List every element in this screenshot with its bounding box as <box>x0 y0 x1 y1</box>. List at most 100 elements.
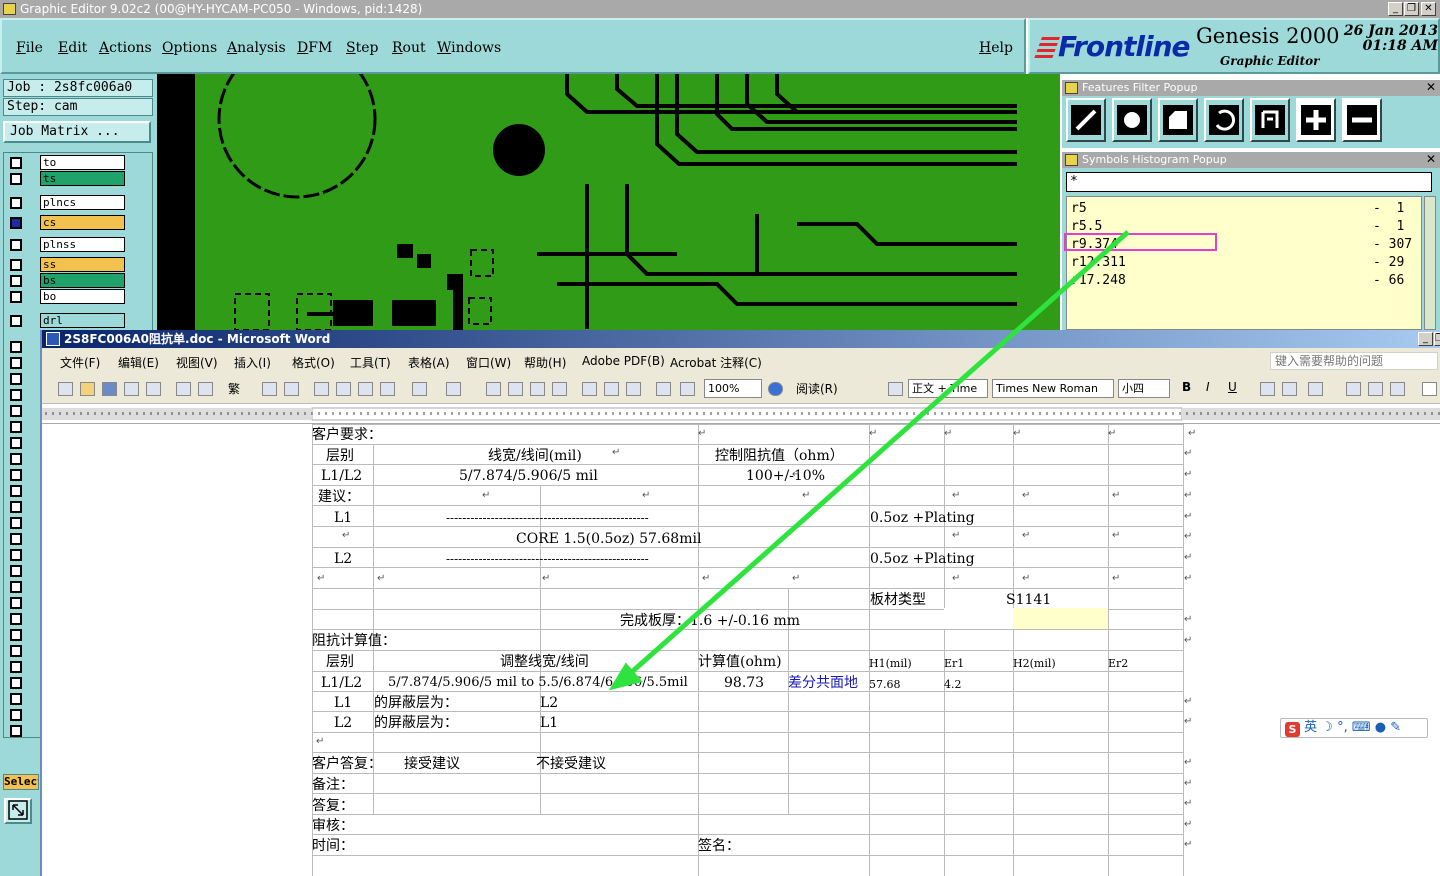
menu-file[interactable]: File <box>16 40 43 56</box>
bold-button[interactable]: B <box>1182 380 1191 394</box>
hyperlink-icon[interactable] <box>486 382 501 396</box>
layer-checkbox[interactable] <box>10 661 22 673</box>
layer-checkbox[interactable] <box>10 469 22 481</box>
filter-pad-button[interactable] <box>1112 98 1152 142</box>
table-cell-h1[interactable]: H1(mil) <box>869 655 912 673</box>
table-cell-dashes[interactable]: ----------------------------------------… <box>446 550 649 568</box>
table-cell-row2-er1[interactable]: 4.2 <box>944 676 962 694</box>
document-area[interactable]: 客户要求： 层别 线宽/线间(mil) 控制阻抗值（ohm） L1/L2 5/7.874/… <box>42 424 1440 876</box>
select-mode-label[interactable]: Select <box>3 774 39 790</box>
new-doc-icon[interactable] <box>58 382 73 396</box>
reading-layout-button[interactable]: 阅读(R) <box>796 380 838 397</box>
ime-punct-icon[interactable]: °, <box>1337 720 1348 735</box>
layer-row-drl[interactable]: drl <box>4 313 152 329</box>
table-cell-row1-imp[interactable]: 100+/-10% <box>746 467 825 485</box>
copy-icon[interactable] <box>336 382 351 396</box>
restore-icon[interactable]: ❐ <box>1434 332 1440 346</box>
redo-icon[interactable] <box>446 382 461 396</box>
table-cell-row2-value[interactable]: 98.73 <box>724 674 764 692</box>
menu-options[interactable]: Options <box>162 40 217 56</box>
symbol-row[interactable]: r5 - 1 <box>1071 201 1421 219</box>
layer-row-to[interactable]: to <box>4 155 152 171</box>
layer-checkbox[interactable] <box>10 485 22 497</box>
close-icon[interactable]: ✕ <box>1424 153 1438 166</box>
zoom-select[interactable]: 100% <box>704 379 762 398</box>
restore-icon[interactable]: ❐ <box>1404 2 1419 16</box>
layer-name[interactable]: ss <box>40 257 125 272</box>
table-cell-shield1-value[interactable]: L2 <box>540 694 558 712</box>
menu-insert[interactable]: 插入(I) <box>234 354 271 371</box>
format-painter-icon[interactable] <box>380 382 395 396</box>
layer-name[interactable]: cs <box>40 215 125 230</box>
table-cell-row1-width[interactable]: 5/7.874/5.906/5 mil <box>459 467 598 485</box>
table-cell-cust-reply[interactable]: 客户答复： <box>312 755 382 773</box>
font-select[interactable]: Times New Roman <box>992 379 1114 398</box>
layer-row-ts[interactable]: ts <box>4 171 152 187</box>
table-cell-h2[interactable]: H2(mil) <box>1013 655 1056 673</box>
table-cell-review[interactable]: 审核： <box>312 817 354 835</box>
align-center-icon[interactable] <box>1368 382 1383 396</box>
menu-windows[interactable]: Windows <box>437 40 501 56</box>
genesis-title-bar[interactable]: Graphic Editor 9.02c2 (00@HY-HYCAM-PC050… <box>0 0 1440 18</box>
menu-help[interactable]: Help <box>979 40 1013 56</box>
table-cell-adj-width[interactable]: 调整线宽/线间 <box>500 653 589 671</box>
menu-acrobat-comment[interactable]: Acrobat 注释(C) <box>670 354 762 371</box>
open-folder-icon[interactable] <box>80 382 95 396</box>
symbol-row[interactable]: r17.248 - 66 <box>1071 273 1421 291</box>
layer-checkbox[interactable] <box>10 565 22 577</box>
features-filter-titlebar[interactable]: Features Filter Popup ✕ <box>1062 80 1440 96</box>
table-cell-dashes[interactable]: ----------------------------------------… <box>446 509 649 527</box>
permission-icon[interactable] <box>124 382 139 396</box>
print-icon[interactable] <box>176 382 191 396</box>
layer-checkbox[interactable] <box>10 341 22 353</box>
layer-checkbox[interactable] <box>10 173 22 185</box>
menu-help[interactable]: 帮助(H) <box>524 354 566 371</box>
symbol-row[interactable]: r12.311 - 29 <box>1071 255 1421 273</box>
menu-actions[interactable]: Actions <box>99 40 152 56</box>
layer-name[interactable]: plnss <box>40 237 125 252</box>
drawing-icon[interactable] <box>604 382 619 396</box>
italic-button[interactable]: I <box>1206 380 1210 394</box>
layer-row-cs[interactable]: cs <box>4 215 152 231</box>
undo-icon[interactable] <box>412 382 427 396</box>
symbols-histogram-titlebar[interactable]: Symbols Histogram Popup ✕ <box>1062 152 1440 168</box>
menu-analysis[interactable]: Analysis <box>227 40 286 56</box>
ime-keyboard-icon[interactable]: ⌨ <box>1352 720 1371 735</box>
layer-checkbox[interactable] <box>10 259 22 271</box>
table-cell-er2[interactable]: Er2 <box>1108 655 1128 673</box>
table-cell-row2-type[interactable]: 差分共面地 <box>788 674 858 692</box>
tables-borders-icon[interactable] <box>508 382 523 396</box>
menu-rout[interactable]: Rout <box>392 40 426 56</box>
menu-format[interactable]: 格式(O) <box>292 354 335 371</box>
show-hide-icon[interactable] <box>656 382 671 396</box>
layer-checkbox[interactable] <box>10 453 22 465</box>
symbol-list-scrollbar[interactable] <box>1424 196 1436 330</box>
help-search-input[interactable]: 键入需要帮助的问题 <box>1270 352 1438 370</box>
table-cell-row1-layer[interactable]: L1/L2 <box>321 674 362 692</box>
styles-icon[interactable] <box>888 382 903 396</box>
table-cell-finished-thk[interactable]: 完成板厚：1.6 +/-0.16 mm <box>620 612 800 630</box>
cut-icon[interactable] <box>314 382 329 396</box>
job-field[interactable]: Job : 2s8fc006a0 <box>3 79 153 97</box>
graphic-canvas[interactable] <box>157 74 1060 330</box>
layer-checkbox[interactable] <box>10 501 22 513</box>
table-cell-calc-value[interactable]: 计算值(ohm) <box>698 653 782 671</box>
layer-checkbox[interactable] <box>10 197 22 209</box>
menu-edit[interactable]: 编辑(E) <box>118 354 159 371</box>
table-cell-calc-label[interactable]: 阻抗计算值： <box>312 632 396 650</box>
layer-checkbox[interactable] <box>10 677 22 689</box>
columns-icon[interactable] <box>582 382 597 396</box>
menu-tools[interactable]: 工具(T) <box>350 354 391 371</box>
layer-name[interactable]: drl <box>40 313 125 328</box>
table-cell-col-impedance[interactable]: 控制阻抗值（ohm） <box>715 447 844 465</box>
help-icon[interactable] <box>768 382 783 396</box>
layer-checkbox[interactable] <box>10 437 22 449</box>
layer-checkbox[interactable] <box>10 239 22 251</box>
layer-checkbox[interactable] <box>10 421 22 433</box>
menu-table[interactable]: 表格(A) <box>408 354 450 371</box>
layer-checkbox[interactable] <box>10 581 22 593</box>
table-cell-col-width[interactable]: 线宽/线间(mil) <box>488 447 582 465</box>
table-cell-l1[interactable]: L1 <box>334 694 352 712</box>
layer-checkbox[interactable] <box>10 291 22 303</box>
table-cell-material-label[interactable]: 板材类型 <box>870 591 926 609</box>
